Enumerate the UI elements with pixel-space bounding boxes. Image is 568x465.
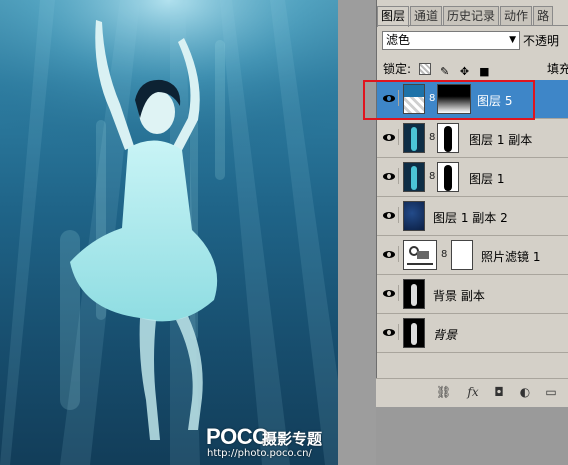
- layer-name[interactable]: 图层 1: [469, 170, 504, 187]
- layer-thumbnail: [403, 162, 425, 192]
- fill-label: 填充: [547, 62, 568, 76]
- layer-row[interactable]: 8 图层 5: [377, 80, 568, 119]
- layer-name[interactable]: 图层 1 副本 2: [433, 209, 508, 226]
- lock-brush-icon[interactable]: ✎: [439, 66, 451, 78]
- layer-row[interactable]: 8 图层 1: [377, 158, 568, 197]
- layer-thumbnail: [403, 123, 425, 153]
- lock-label: 锁定:: [383, 62, 412, 76]
- eye-icon[interactable]: [380, 168, 399, 184]
- link-icon[interactable]: 8: [429, 132, 435, 143]
- opacity-label: 不透明: [523, 34, 560, 48]
- new-group-icon[interactable]: ▭: [544, 385, 558, 399]
- canvas-gap: [338, 0, 376, 465]
- blend-mode-value: 滤色: [386, 33, 411, 47]
- layer-row[interactable]: 背景: [377, 314, 568, 353]
- blend-mode-select[interactable]: 滤色 ▼: [382, 31, 520, 50]
- link-icon[interactable]: 8: [429, 93, 435, 104]
- lock-all-icon[interactable]: ■: [478, 66, 490, 78]
- layer-list: 8 图层 5 8 图层 1 副本 8 图层 1 图层 1 副本 2 8 照片滤镜…: [377, 80, 568, 353]
- layer-mask-thumbnail[interactable]: [437, 162, 459, 192]
- watermark-brand: POCO: [206, 424, 269, 449]
- tabs-divider: [377, 25, 568, 26]
- photo-illustration: [0, 0, 338, 465]
- watermark-title: 摄影专题: [262, 430, 323, 448]
- layer-name[interactable]: 背景 副本: [433, 287, 485, 304]
- tab-channels[interactable]: 通道: [410, 6, 443, 25]
- lock-move-icon[interactable]: ✥: [459, 66, 471, 78]
- eye-icon[interactable]: [380, 324, 399, 340]
- eye-icon[interactable]: [380, 285, 399, 301]
- layer-thumbnail: [403, 201, 425, 231]
- layer-name[interactable]: 背景: [433, 326, 457, 343]
- eye-icon[interactable]: [380, 207, 399, 223]
- layer-name[interactable]: 图层 5: [477, 92, 512, 109]
- lock-row: 锁定: ✎ ✥ ■: [383, 60, 490, 78]
- layers-panel-footer: ⛓ fx ◘ ◐ ▭: [376, 378, 568, 407]
- underwater-photo: POCO 摄影专题 http://photo.poco.cn/: [0, 0, 338, 465]
- layer-row[interactable]: 背景 副本: [377, 275, 568, 314]
- fx-icon[interactable]: fx: [466, 385, 480, 399]
- eye-icon[interactable]: [380, 246, 399, 262]
- layer-name[interactable]: 照片滤镜 1: [481, 248, 540, 265]
- panel-tabs: 图层 通道 历史记录 动作 路: [377, 6, 568, 27]
- link-layers-icon[interactable]: ⛓: [436, 385, 451, 399]
- adjustment-thumbnail: [403, 240, 437, 270]
- layer-row[interactable]: 图层 1 副本 2: [377, 197, 568, 236]
- layer-thumbnail: [403, 279, 425, 309]
- adjustment-layer-icon[interactable]: ◐: [518, 385, 532, 399]
- eye-icon[interactable]: [380, 90, 399, 106]
- layer-mask-thumbnail[interactable]: [451, 240, 473, 270]
- layer-thumbnail: [403, 84, 425, 114]
- tab-paths[interactable]: 路: [533, 6, 554, 25]
- link-icon[interactable]: 8: [441, 249, 447, 260]
- link-icon[interactable]: 8: [429, 171, 435, 182]
- chevron-down-icon: ▼: [509, 35, 516, 45]
- layers-panel: 图层 通道 历史记录 动作 路 滤色 ▼ 不透明 锁定: ✎ ✥ ■ 填充 8 …: [376, 0, 568, 406]
- tab-layers[interactable]: 图层: [377, 6, 410, 27]
- lock-transparency-icon[interactable]: [418, 63, 431, 75]
- eye-icon[interactable]: [380, 129, 399, 145]
- tab-history[interactable]: 历史记录: [443, 6, 500, 25]
- layer-row[interactable]: 8 图层 1 副本: [377, 119, 568, 158]
- layer-row[interactable]: 8 照片滤镜 1: [377, 236, 568, 275]
- layer-mask-thumbnail[interactable]: [437, 84, 471, 114]
- watermark-url: http://photo.poco.cn/: [207, 448, 312, 459]
- tab-actions[interactable]: 动作: [500, 6, 533, 25]
- layer-mask-thumbnail[interactable]: [437, 123, 459, 153]
- layer-name[interactable]: 图层 1 副本: [469, 131, 532, 148]
- add-mask-icon[interactable]: ◘: [492, 385, 506, 399]
- layer-thumbnail: [403, 318, 425, 348]
